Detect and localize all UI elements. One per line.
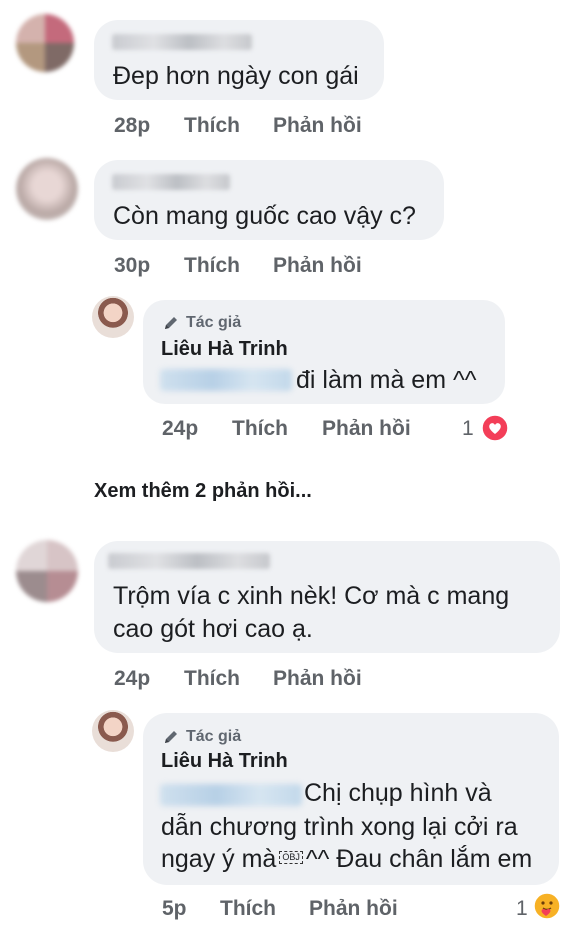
like-button[interactable]: Thích xyxy=(220,897,276,921)
blurred-commenter-name[interactable] xyxy=(112,174,230,190)
reply-button[interactable]: Phản hồi xyxy=(309,897,398,921)
commenter-avatar[interactable] xyxy=(16,540,78,602)
reply-author-name[interactable]: Liêu Hà Trinh xyxy=(161,338,288,361)
author-badge: Tác giả xyxy=(186,728,242,745)
reply-time[interactable]: 24p xyxy=(162,417,198,441)
reply-text-line-2: dẫn chương trình xong lại cởi ra xyxy=(161,813,518,841)
like-button[interactable]: Thích xyxy=(184,254,240,278)
obj-placeholder-glyph: OBJ xyxy=(279,850,303,864)
author-avatar[interactable] xyxy=(92,296,134,338)
blurred-mention[interactable] xyxy=(160,784,302,806)
author-avatar[interactable] xyxy=(92,710,134,752)
comment-text: Đep hơn ngày con gái xyxy=(113,62,359,90)
like-button[interactable]: Thích xyxy=(232,417,288,441)
reply-text-line-3b: ^^ Đau chân lắm em xyxy=(305,845,533,873)
reply-button[interactable]: Phản hồi xyxy=(322,417,411,441)
comment-text: Còn mang guốc cao vậy c? xyxy=(113,202,416,230)
comment-text-line-1: Trộm vía c xinh nèk! Cơ mà c mang xyxy=(113,582,510,610)
reply-button[interactable]: Phản hồi xyxy=(273,667,362,691)
comment-time[interactable]: 28p xyxy=(114,114,150,138)
pencil-icon xyxy=(162,314,180,332)
pencil-icon xyxy=(162,728,180,746)
blurred-commenter-name[interactable] xyxy=(108,553,270,569)
comment-time[interactable]: 24p xyxy=(114,667,150,691)
commenter-avatar[interactable] xyxy=(16,14,74,72)
reaction-count[interactable]: 1 xyxy=(462,417,474,441)
blurred-commenter-name[interactable] xyxy=(112,34,252,50)
reply-text-line-3a: ngay ý mà xyxy=(161,845,277,873)
care-icon[interactable] xyxy=(533,892,561,920)
commenter-avatar[interactable] xyxy=(16,158,78,220)
reply-time[interactable]: 5p xyxy=(162,897,187,921)
blurred-mention[interactable] xyxy=(160,369,292,391)
reply-button[interactable]: Phản hồi xyxy=(273,114,362,138)
author-badge: Tác giả xyxy=(186,314,242,331)
reply-author-name[interactable]: Liêu Hà Trinh xyxy=(161,750,288,773)
reply-button[interactable]: Phản hồi xyxy=(273,254,362,278)
heart-icon[interactable] xyxy=(481,414,509,442)
reply-text: đi làm mà em ^^ xyxy=(296,366,477,394)
reply-text-line-1: Chị chụp hình và xyxy=(304,779,492,807)
like-button[interactable]: Thích xyxy=(184,667,240,691)
comment-time[interactable]: 30p xyxy=(114,254,150,278)
like-button[interactable]: Thích xyxy=(184,114,240,138)
reply-text-line-3: ngay ý mà OBJ ^^ Đau chân lắm em xyxy=(161,843,532,876)
comment-text-line-2: cao gót hơi cao ạ. xyxy=(113,615,313,643)
view-more-replies-link[interactable]: Xem thêm 2 phản hồi... xyxy=(94,480,312,503)
reaction-count[interactable]: 1 xyxy=(516,897,528,921)
